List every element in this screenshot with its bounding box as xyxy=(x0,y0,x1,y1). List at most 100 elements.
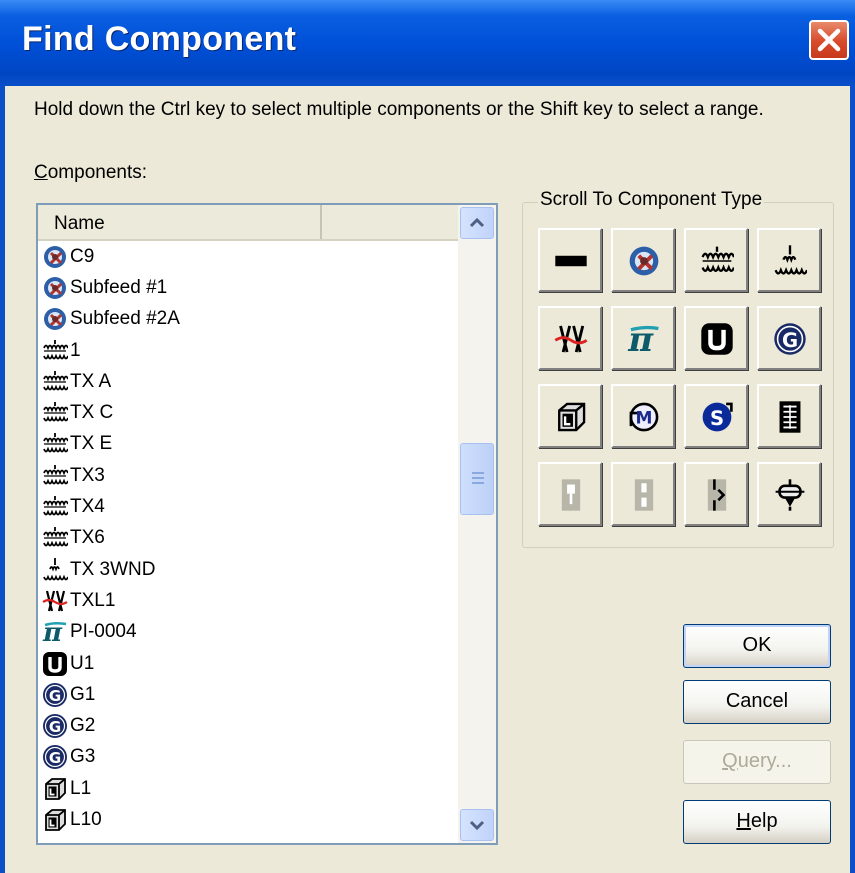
list-item-label: G3 xyxy=(70,746,96,768)
type-button-transmission-line[interactable] xyxy=(538,306,602,370)
type-button-relay[interactable] xyxy=(757,462,821,526)
list-item[interactable]: TXL1 xyxy=(42,585,458,616)
type-button-breaker[interactable] xyxy=(684,462,748,526)
svg-text:G: G xyxy=(49,687,61,705)
transformer-icon xyxy=(43,339,68,359)
type-button-subfeed[interactable] xyxy=(611,228,675,292)
list-item[interactable]: U1 xyxy=(42,648,458,679)
list-item[interactable]: TX 3WND xyxy=(42,554,458,585)
list-item-label: 1 xyxy=(70,339,81,361)
motor-icon: M xyxy=(629,402,659,432)
list-item[interactable]: TX C xyxy=(42,397,458,428)
type-button-synchronous-motor[interactable]: S xyxy=(684,384,748,448)
ok-button[interactable]: OK xyxy=(683,624,831,668)
list-item-label: C9 xyxy=(70,245,95,267)
chevron-down-icon xyxy=(469,820,485,831)
svg-text:M: M xyxy=(636,409,653,429)
synchronous-motor-icon: S xyxy=(702,402,733,432)
list-item[interactable]: G G2 xyxy=(42,710,458,741)
type-button-switch[interactable] xyxy=(611,462,675,526)
components-list[interactable]: Name C9 Subfeed #1 Subfeed #2A 1 TX A TX C TX … xyxy=(36,203,498,845)
type-button-load[interactable] xyxy=(538,384,602,448)
scroll-up-button[interactable] xyxy=(460,207,494,239)
list-item-label: PI-0004 xyxy=(70,621,137,643)
transmission-line-icon xyxy=(42,590,68,612)
type-button-three-winding-transformer[interactable] xyxy=(757,228,821,292)
generator-icon: G xyxy=(43,745,67,770)
scroll-to-type-label: Scroll To Component Type xyxy=(538,189,765,211)
list-rows: C9 Subfeed #1 Subfeed #2A 1 TX A TX C TX E TX3 T… xyxy=(42,241,458,836)
transformer-icon xyxy=(43,402,68,422)
column-header-2[interactable] xyxy=(322,205,458,239)
scroll-down-button[interactable] xyxy=(460,809,494,841)
list-item-label: TX C xyxy=(70,402,114,424)
column-header-name[interactable]: Name xyxy=(38,205,322,239)
fuse-icon xyxy=(561,479,581,511)
utility-icon xyxy=(43,651,67,676)
help-mnemonic: H xyxy=(736,810,751,832)
list-item-label: TX4 xyxy=(70,496,105,518)
list-item-label: TX3 xyxy=(70,464,105,486)
breaker-icon xyxy=(707,479,727,511)
type-button-panel[interactable] xyxy=(757,384,821,448)
list-item-label: TXL1 xyxy=(70,589,116,611)
svg-text:G: G xyxy=(49,718,61,736)
query-mnemonic: Q xyxy=(722,750,738,772)
list-item[interactable]: 1 xyxy=(42,335,458,366)
list-item[interactable]: Subfeed #2A xyxy=(42,304,458,335)
generator-icon: G xyxy=(43,714,67,739)
load-icon xyxy=(45,809,66,831)
transformer-icon xyxy=(43,464,68,485)
subfeed-icon xyxy=(44,308,66,331)
list-item[interactable]: L1 xyxy=(42,773,458,804)
svg-text:G: G xyxy=(782,329,798,352)
type-button-utility[interactable] xyxy=(684,306,748,370)
type-button-bus[interactable] xyxy=(538,228,602,292)
list-item[interactable]: TX3 xyxy=(42,460,458,491)
help-rest: elp xyxy=(750,810,778,832)
transmission-line-icon xyxy=(554,325,588,353)
type-button-generator[interactable]: G xyxy=(757,306,821,370)
close-icon xyxy=(817,28,841,52)
subfeed-icon xyxy=(629,246,659,276)
type-button-fuse[interactable] xyxy=(538,462,602,526)
cancel-button[interactable]: Cancel xyxy=(683,680,831,724)
scroll-grip-line xyxy=(472,472,484,475)
query-rest: uery... xyxy=(737,750,792,772)
list-item[interactable]: L10 xyxy=(42,804,458,835)
transformer-icon xyxy=(43,433,68,453)
help-button[interactable]: Help xyxy=(683,800,831,844)
svg-text:G: G xyxy=(49,749,61,767)
list-item[interactable]: π PI-0004 xyxy=(42,617,458,648)
list-item-label: TX E xyxy=(70,433,113,455)
list-item[interactable]: TX4 xyxy=(42,491,458,522)
list-item-label: U1 xyxy=(70,652,95,674)
scroll-grip-line xyxy=(472,482,484,485)
vertical-scrollbar[interactable] xyxy=(458,205,496,843)
list-item-label: TX A xyxy=(70,370,112,392)
components-label-mnemonic: C xyxy=(34,162,48,183)
three-winding-transformer-icon xyxy=(774,245,807,275)
type-button-motor[interactable]: M xyxy=(611,384,675,448)
list-item[interactable]: G G3 xyxy=(42,742,458,773)
switch-icon xyxy=(634,479,654,511)
list-item[interactable]: C9 xyxy=(42,241,458,272)
list-item[interactable]: TX A xyxy=(42,366,458,397)
transformer-icon xyxy=(701,246,734,272)
query-button[interactable]: Query... xyxy=(683,740,831,784)
components-label: Components: xyxy=(34,162,147,184)
type-button-pi-section[interactable]: π xyxy=(611,306,675,370)
close-button[interactable] xyxy=(809,20,849,60)
list-item[interactable]: G G1 xyxy=(42,679,458,710)
list-item[interactable]: TX E xyxy=(42,429,458,460)
scroll-thumb[interactable] xyxy=(460,443,494,516)
utility-icon xyxy=(701,323,733,355)
list-item[interactable]: TX6 xyxy=(42,523,458,554)
panel-icon xyxy=(779,401,801,433)
window-title: Find Component xyxy=(22,20,297,58)
list-item[interactable]: Subfeed #1 xyxy=(42,272,458,303)
pi-section-icon: π xyxy=(42,619,67,645)
components-label-rest: omponents: xyxy=(47,162,148,183)
svg-text:S: S xyxy=(710,407,724,430)
type-button-transformer[interactable] xyxy=(684,228,748,292)
